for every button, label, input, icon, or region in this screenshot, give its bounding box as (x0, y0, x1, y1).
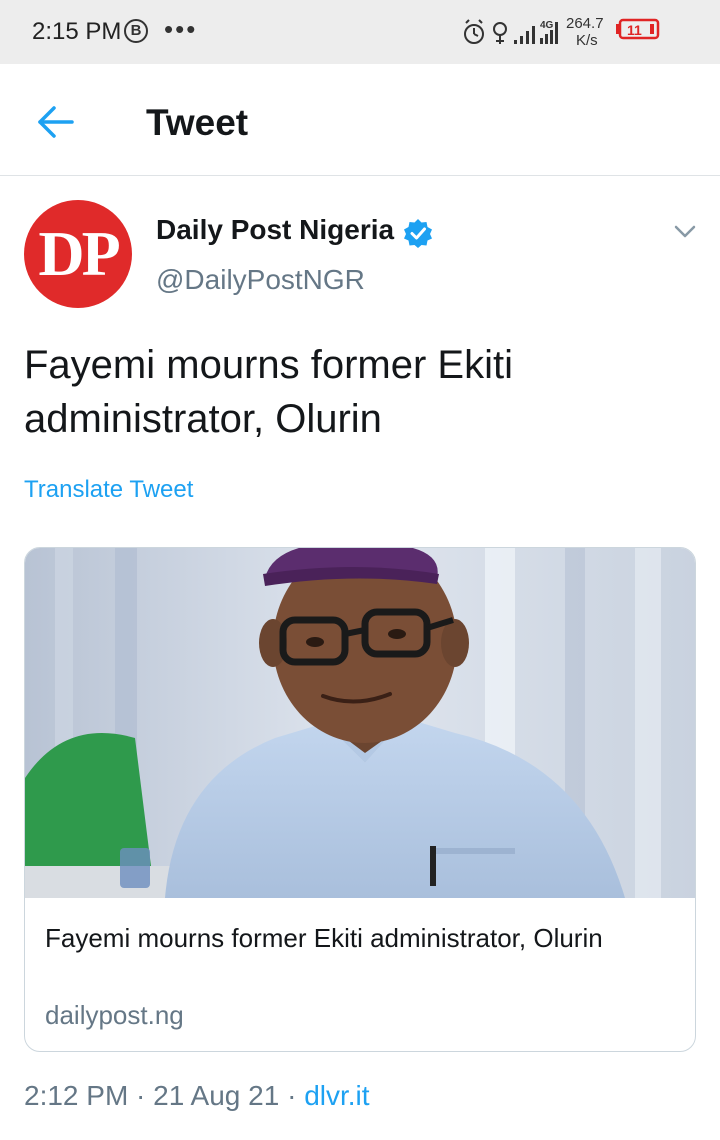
tweet-text: Fayemi mourns former Ekiti administrator… (24, 343, 513, 441)
author-name[interactable]: Daily Post Nigeria (156, 214, 394, 246)
tweet-meta: 2:12 PM · 21 Aug 21 · dlvr.it (24, 1080, 370, 1112)
card-domain: dailypost.ng (45, 1000, 184, 1030)
arrow-left-icon[interactable] (36, 104, 76, 140)
article-photo (25, 548, 695, 898)
tweet-time: 2:12 PM (24, 1080, 129, 1111)
battery-icon: 11 (616, 18, 660, 40)
avatar[interactable]: DP (24, 200, 132, 308)
tweet-date: 21 Aug 21 (153, 1080, 280, 1111)
b-badge-icon: B (124, 19, 148, 43)
chevron-down-icon[interactable] (672, 218, 698, 244)
page-title: Tweet (146, 102, 249, 143)
svg-text:4G: 4G (540, 20, 554, 31)
location-icon (493, 22, 507, 44)
svg-text:11: 11 (627, 22, 642, 38)
signal-4g-icon: 4G (540, 20, 558, 44)
more-notifications-icon: ••• (164, 14, 198, 44)
svg-text:K/s: K/s (576, 32, 598, 49)
alarm-icon (464, 19, 484, 44)
translate-tweet-link[interactable]: Translate Tweet (24, 476, 193, 504)
svg-text:264.7: 264.7 (566, 15, 604, 32)
meta-separator: · (279, 1080, 305, 1111)
top-app-bar: Tweet (0, 64, 720, 176)
link-preview-card[interactable]: Fayemi mourns former Ekiti administrator… (24, 547, 696, 1052)
signal-icon (514, 26, 535, 44)
status-icons: 4G 264.7 K/s 11 (464, 15, 660, 49)
author-handle[interactable]: @DailyPostNGR (156, 264, 365, 296)
tweet-source-link[interactable]: dlvr.it (304, 1080, 369, 1111)
verified-badge-icon (404, 219, 432, 248)
status-time: 2:15 PM (32, 18, 122, 45)
meta-separator: · (128, 1080, 154, 1111)
avatar-logo-text: DP (38, 218, 120, 289)
card-title: Fayemi mourns former Ekiti administrator… (45, 923, 603, 953)
network-speed: 264.7 K/s (566, 15, 604, 49)
status-bar: 2:15 PM B ••• 4G 264.7 K/s 11 (0, 0, 720, 64)
